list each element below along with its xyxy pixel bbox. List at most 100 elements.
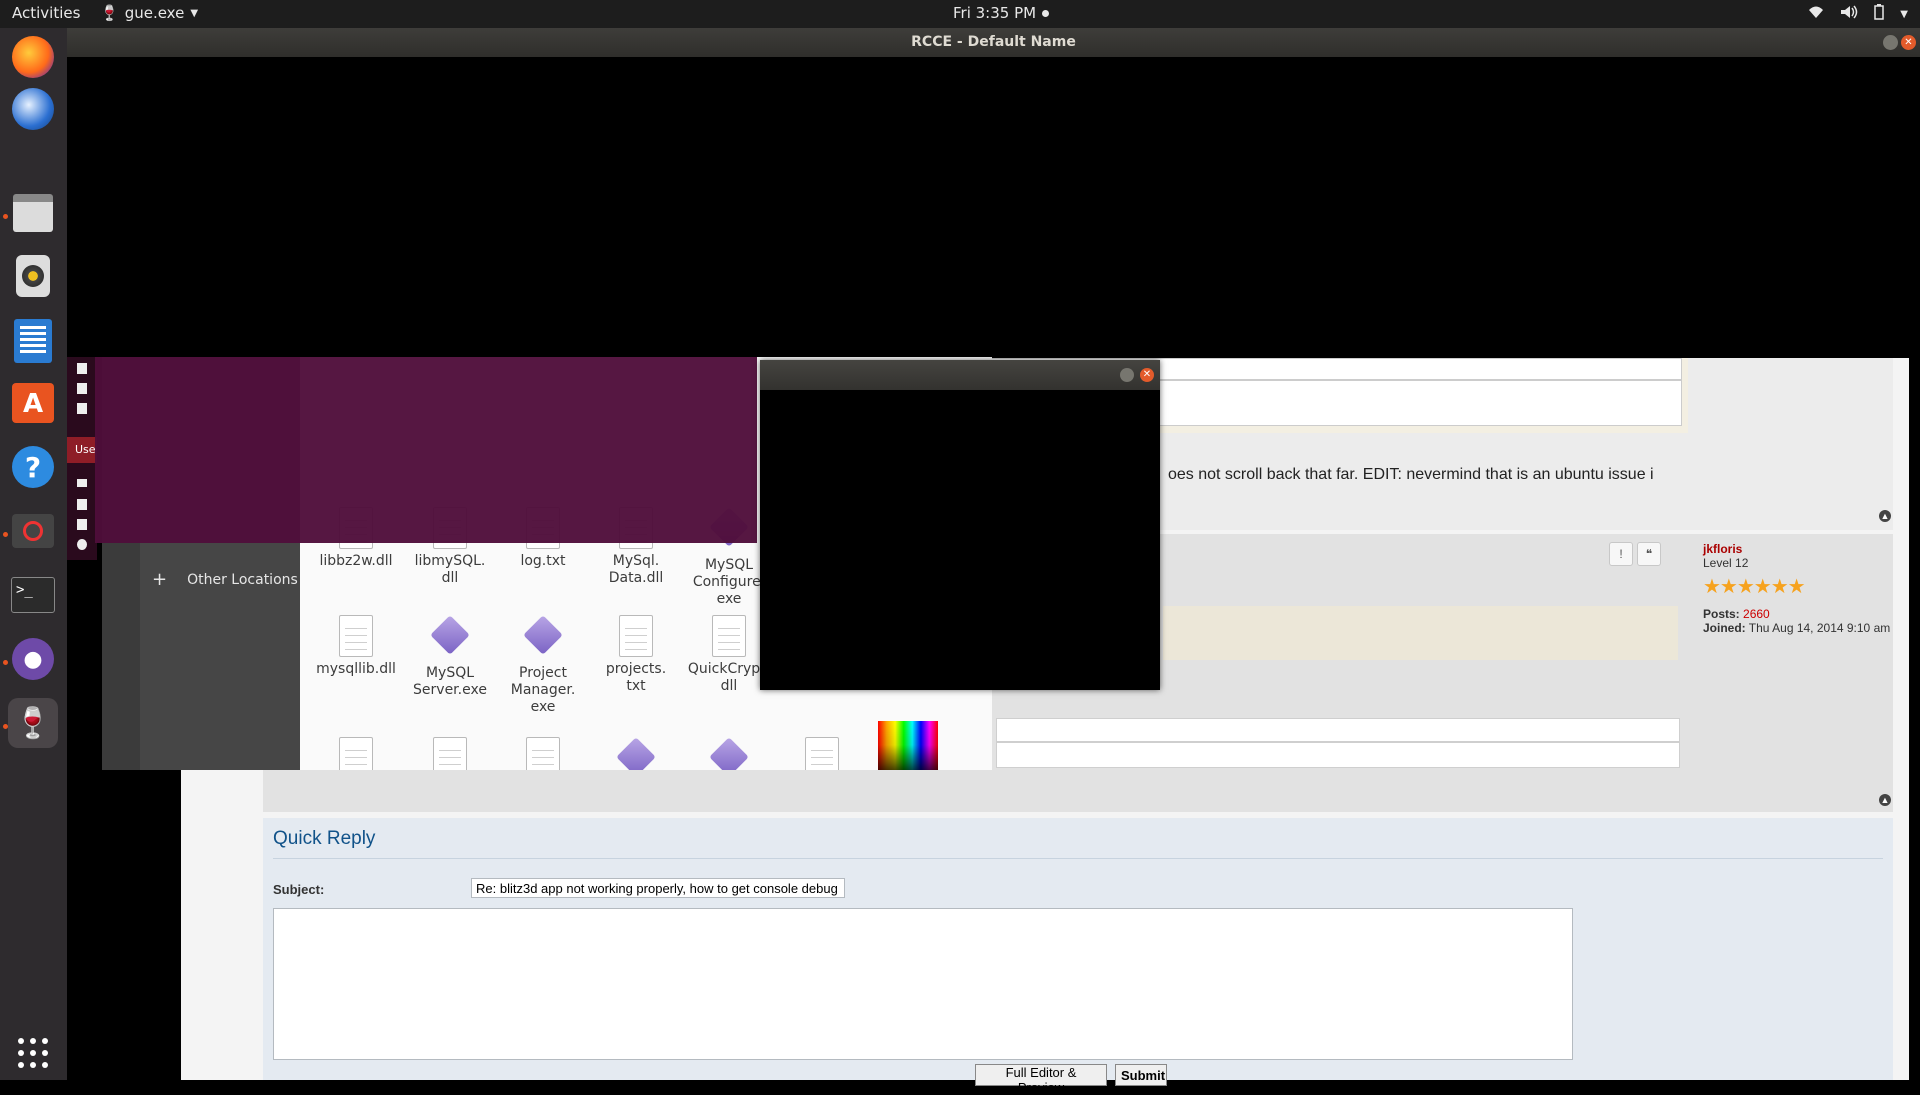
report-button[interactable]: !	[1609, 542, 1633, 566]
executable-icon	[430, 615, 470, 661]
executable-icon	[616, 737, 656, 770]
dock-thunderbird[interactable]	[8, 84, 58, 134]
software-icon: A	[12, 383, 54, 423]
user-icon	[77, 499, 87, 510]
dock-wine[interactable]: 🍷	[8, 698, 58, 748]
terminal-icon: >_	[11, 577, 55, 613]
app-menu-label: gue.exe	[124, 4, 185, 22]
file-icon	[77, 383, 87, 394]
dock-terminal[interactable]: >_	[8, 570, 58, 620]
file-item[interactable]	[590, 737, 682, 770]
close-button[interactable]: ✕	[1901, 35, 1916, 50]
submit-button[interactable]: Submit	[1115, 1064, 1167, 1086]
battery-icon	[1874, 4, 1885, 24]
author-joined: Joined: Thu Aug 14, 2014 9:10 am	[1703, 621, 1891, 635]
dock-writer[interactable]	[8, 316, 58, 366]
notification-dot-icon	[1042, 9, 1050, 17]
bell-icon	[77, 519, 87, 530]
dock-firefox[interactable]	[8, 32, 58, 82]
file-name: libmySQL. dll	[414, 553, 486, 586]
window-titlebar[interactable]: RCCE - Default Name ✕	[67, 28, 1920, 57]
quote-button[interactable]: ❝	[1637, 542, 1661, 566]
rhythmbox-icon	[16, 255, 50, 297]
help-icon: ?	[12, 446, 54, 488]
clock-label: Fri 3:35 PM	[953, 4, 1037, 22]
file-item[interactable]	[404, 737, 496, 770]
sidebar-item-label: Other Locations	[187, 571, 298, 588]
code-line	[996, 718, 1680, 742]
document-icon	[619, 615, 653, 657]
thunderbird-icon	[12, 88, 54, 130]
executable-icon	[709, 737, 749, 770]
file-item[interactable]	[310, 737, 402, 770]
app-menu[interactable]: 🍷 gue.exe ▼	[100, 4, 198, 22]
minimize-button[interactable]	[1883, 35, 1898, 50]
divider	[273, 858, 1883, 859]
author-profile: jkfloris Level 12 ★★★★★★ Posts: 2660 Joi…	[1703, 542, 1890, 635]
file-item[interactable]: MySQL Server.exe	[404, 615, 496, 699]
file-name: libbz2w.dll	[319, 553, 393, 569]
author-username[interactable]: jkfloris	[1703, 542, 1890, 556]
dock-software[interactable]: A	[8, 378, 58, 428]
author-posts: Posts: 2660	[1703, 607, 1770, 621]
executable-icon	[523, 615, 563, 661]
quote-block	[1163, 606, 1678, 660]
system-tray[interactable]: ▼	[1808, 4, 1908, 24]
file-icon	[77, 403, 87, 414]
document-icon	[712, 615, 746, 657]
activities-button[interactable]: Activities	[12, 4, 80, 22]
subject-input[interactable]	[471, 878, 845, 898]
volume-icon	[1840, 5, 1858, 23]
files-icon	[13, 194, 53, 232]
clock[interactable]: Fri 3:35 PM	[953, 4, 1050, 22]
power-icon	[77, 539, 87, 550]
app-grid-icon	[18, 1038, 48, 1068]
blocked-icon	[12, 514, 54, 548]
user-tab[interactable]: Use	[67, 437, 97, 463]
sidebar-item-other-locations[interactable]: + Other Locations	[152, 569, 298, 590]
document-icon	[339, 737, 373, 770]
dock-github[interactable]: ●	[8, 634, 58, 684]
dock-rhythmbox[interactable]	[8, 251, 58, 301]
dock-show-apps[interactable]	[8, 1028, 58, 1078]
wine-glass-icon: 🍷	[100, 4, 119, 22]
file-name: mysqllib.dll	[316, 661, 396, 677]
top-bar: Activities 🍷 gue.exe ▼ Fri 3:35 PM ▼	[0, 0, 1920, 28]
quick-reply-panel: Quick Reply Subject: Full Editor & Previ…	[263, 818, 1893, 1095]
dock-files[interactable]	[8, 188, 58, 238]
popup-minimize-button[interactable]	[1120, 368, 1134, 382]
popup-titlebar[interactable]: ✕	[760, 360, 1160, 390]
full-editor-button[interactable]: Full Editor & Preview	[975, 1064, 1107, 1095]
document-icon	[526, 737, 560, 770]
file-item[interactable]	[497, 737, 589, 770]
file-item[interactable]	[776, 737, 868, 770]
settings-icon	[77, 479, 87, 487]
obscured-window-edge: Use	[67, 357, 97, 560]
document-icon	[339, 615, 373, 657]
file-name: log.txt	[520, 553, 566, 569]
plus-icon: +	[152, 569, 168, 590]
file-item[interactable]: Project Manager. exe	[497, 615, 589, 716]
popup-close-button[interactable]: ✕	[1140, 368, 1154, 382]
rank-stars-icon: ★★★★★★	[1703, 576, 1806, 598]
file-item[interactable]: mysqllib.dll	[310, 615, 402, 678]
file-item[interactable]	[683, 737, 775, 770]
github-icon: ●	[12, 638, 54, 680]
dock-help[interactable]: ?	[8, 442, 58, 492]
quick-reply-title: Quick Reply	[273, 828, 376, 849]
post-text: oes not scroll back that far. EDIT: neve…	[1168, 466, 1654, 483]
back-to-top-icon[interactable]: ▲	[1879, 510, 1891, 522]
code-line	[996, 742, 1680, 768]
chevron-down-icon: ▼	[190, 7, 199, 19]
message-textarea[interactable]	[273, 908, 1573, 1060]
color-image-thumbnail[interactable]	[878, 721, 938, 770]
file-icon	[77, 363, 87, 374]
file-name: MySql. Data.dll	[608, 553, 664, 586]
firefox-icon	[12, 36, 54, 78]
document-icon	[433, 737, 467, 770]
dock-blocked-app[interactable]	[8, 506, 58, 556]
file-item[interactable]: projects. txt	[590, 615, 682, 695]
back-to-top-icon[interactable]: ▲	[1879, 794, 1891, 806]
writer-icon	[14, 319, 52, 363]
popup-window: ✕	[760, 360, 1160, 690]
